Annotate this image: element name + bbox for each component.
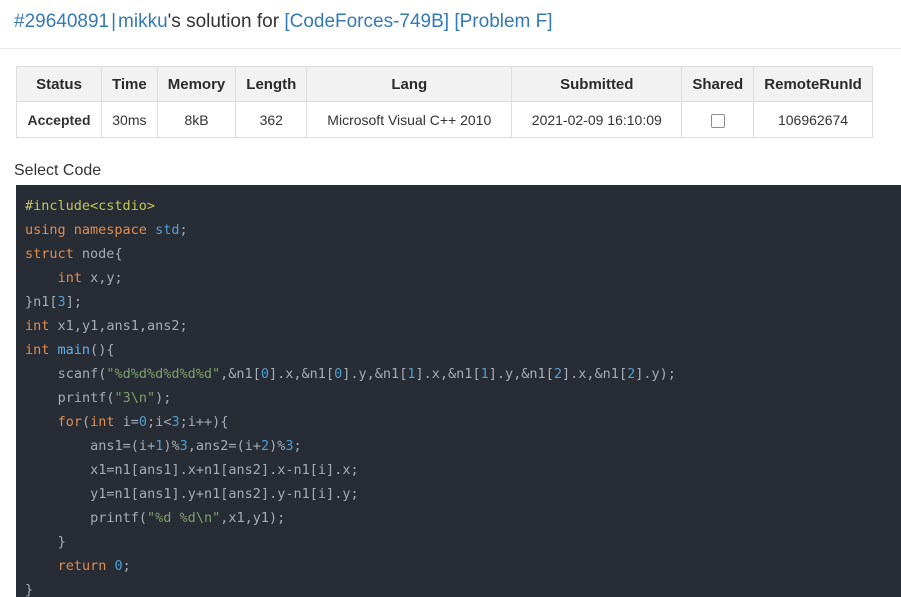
table-header-row: Status Time Memory Length Lang Submitted… [17, 67, 873, 102]
submission-info-table: Status Time Memory Length Lang Submitted… [16, 66, 873, 138]
select-code-label[interactable]: Select Code [14, 161, 101, 181]
submission-page: #29640891|mikku's solution for [CodeForc… [0, 0, 901, 597]
cell-shared [682, 102, 754, 138]
column-header-time: Time [102, 67, 158, 102]
status-badge: Accepted [17, 102, 102, 138]
title-possessive-text: 's solution for [168, 11, 279, 32]
cell-memory: 8kB [157, 102, 236, 138]
column-header-length: Length [236, 67, 307, 102]
column-header-memory: Memory [157, 67, 236, 102]
source-code-block[interactable]: #include<cstdio> using namespace std; st… [16, 185, 901, 597]
submission-info-table-wrap: Status Time Memory Length Lang Submitted… [16, 66, 873, 138]
shared-checkbox[interactable] [711, 114, 725, 128]
user-link[interactable]: mikku [118, 11, 168, 32]
cell-time: 30ms [102, 102, 158, 138]
column-header-shared: Shared [682, 67, 754, 102]
header-divider [0, 48, 901, 49]
cell-submitted: 2021-02-09 16:10:09 [512, 102, 682, 138]
column-header-lang: Lang [307, 67, 512, 102]
cell-remoterunid: 106962674 [754, 102, 873, 138]
column-header-status: Status [17, 67, 102, 102]
cell-lang: Microsoft Visual C++ 2010 [307, 102, 512, 138]
source-code-text: #include<cstdio> using namespace std; st… [16, 194, 901, 597]
column-header-remoterunid: RemoteRunId [754, 67, 873, 102]
cell-length: 362 [236, 102, 307, 138]
submission-id-link[interactable]: #29640891 [14, 11, 109, 32]
page-header: #29640891|mikku's solution for [CodeForc… [0, 0, 901, 48]
page-title: #29640891|mikku's solution for [CodeForc… [14, 9, 901, 35]
title-separator: | [109, 11, 118, 32]
column-header-submitted: Submitted [512, 67, 682, 102]
problem-label-link[interactable]: [Problem F] [454, 11, 552, 32]
table-row: Accepted 30ms 8kB 362 Microsoft Visual C… [17, 102, 873, 138]
problem-source-link[interactable]: [CodeForces-749B] [284, 11, 449, 32]
